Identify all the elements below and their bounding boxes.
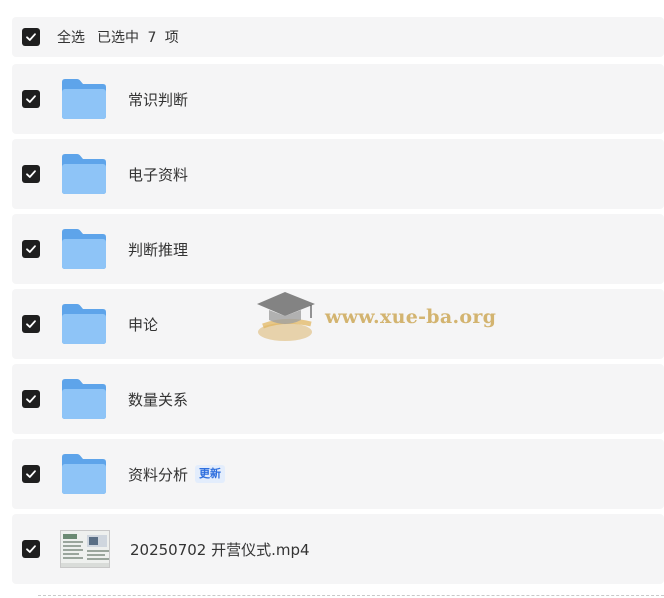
check-icon bbox=[26, 395, 36, 403]
folder-icon bbox=[60, 378, 108, 420]
file-list-page: 全选 已选中 7 项 常识判断 电子资料 判断推理 申论 数量关系 资料分析 更… bbox=[0, 0, 664, 598]
file-name[interactable]: 20250702 开营仪式.mp4 bbox=[130, 539, 310, 560]
check-icon bbox=[26, 245, 36, 253]
file-name[interactable]: 资料分析 bbox=[128, 464, 188, 485]
file-name[interactable]: 常识判断 bbox=[128, 89, 188, 110]
select-all-bar: 全选 已选中 7 项 bbox=[12, 17, 664, 57]
file-name[interactable]: 判断推理 bbox=[128, 239, 188, 260]
file-row[interactable]: 资料分析 更新 bbox=[12, 439, 664, 509]
row-checkbox[interactable] bbox=[22, 390, 40, 408]
row-checkbox[interactable] bbox=[22, 240, 40, 258]
file-row[interactable]: 判断推理 bbox=[12, 214, 664, 284]
check-icon bbox=[26, 470, 36, 478]
video-thumbnail bbox=[60, 530, 110, 568]
check-icon bbox=[26, 170, 36, 178]
check-icon bbox=[26, 95, 36, 103]
file-row[interactable]: 常识判断 bbox=[12, 64, 664, 134]
folder-icon bbox=[60, 303, 108, 345]
check-icon bbox=[26, 545, 36, 553]
update-badge: 更新 bbox=[195, 465, 226, 483]
file-row[interactable]: 20250702 开营仪式.mp4 bbox=[12, 514, 664, 584]
check-icon bbox=[26, 320, 36, 328]
selected-count-text: 已选中 7 项 bbox=[97, 30, 179, 46]
folder-icon bbox=[60, 453, 108, 495]
row-checkbox[interactable] bbox=[22, 465, 40, 483]
select-all-label[interactable]: 全选 bbox=[57, 27, 85, 47]
file-row[interactable]: 电子资料 bbox=[12, 139, 664, 209]
list-divider bbox=[38, 595, 664, 596]
row-checkbox[interactable] bbox=[22, 540, 40, 558]
file-name[interactable]: 电子资料 bbox=[128, 164, 188, 185]
row-checkbox[interactable] bbox=[22, 165, 40, 183]
file-row[interactable]: 申论 bbox=[12, 289, 664, 359]
file-row[interactable]: 数量关系 bbox=[12, 364, 664, 434]
row-checkbox[interactable] bbox=[22, 90, 40, 108]
check-icon bbox=[26, 33, 36, 41]
select-all-checkbox[interactable] bbox=[22, 28, 40, 46]
row-checkbox[interactable] bbox=[22, 315, 40, 333]
folder-icon bbox=[60, 78, 108, 120]
file-name[interactable]: 数量关系 bbox=[128, 389, 188, 410]
folder-icon bbox=[60, 153, 108, 195]
file-name[interactable]: 申论 bbox=[128, 314, 158, 335]
folder-icon bbox=[60, 228, 108, 270]
